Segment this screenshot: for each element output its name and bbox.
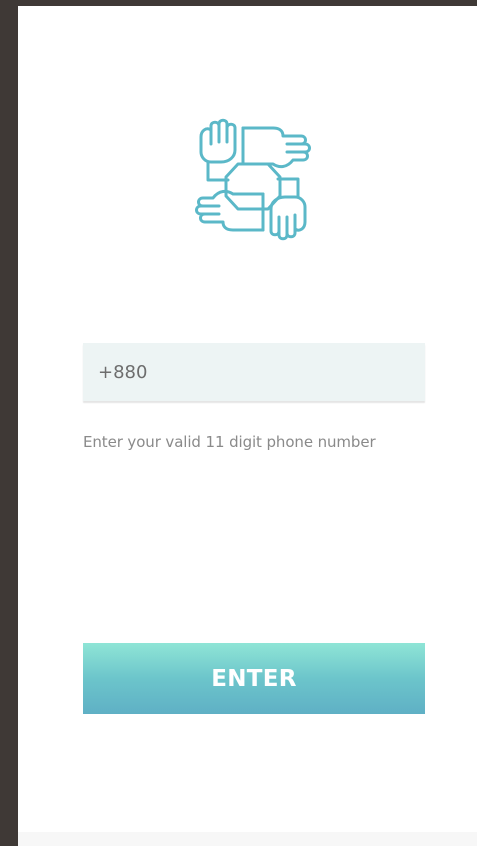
phone-input[interactable] <box>98 343 425 401</box>
device-frame: Enter your valid 11 digit phone number E… <box>0 0 477 846</box>
enter-button[interactable]: ENTER <box>83 643 425 714</box>
phone-field[interactable] <box>83 343 425 401</box>
bottom-strip <box>18 832 477 846</box>
teamwork-hands-icon <box>183 112 323 247</box>
phone-hint-text: Enter your valid 11 digit phone number <box>83 433 376 451</box>
